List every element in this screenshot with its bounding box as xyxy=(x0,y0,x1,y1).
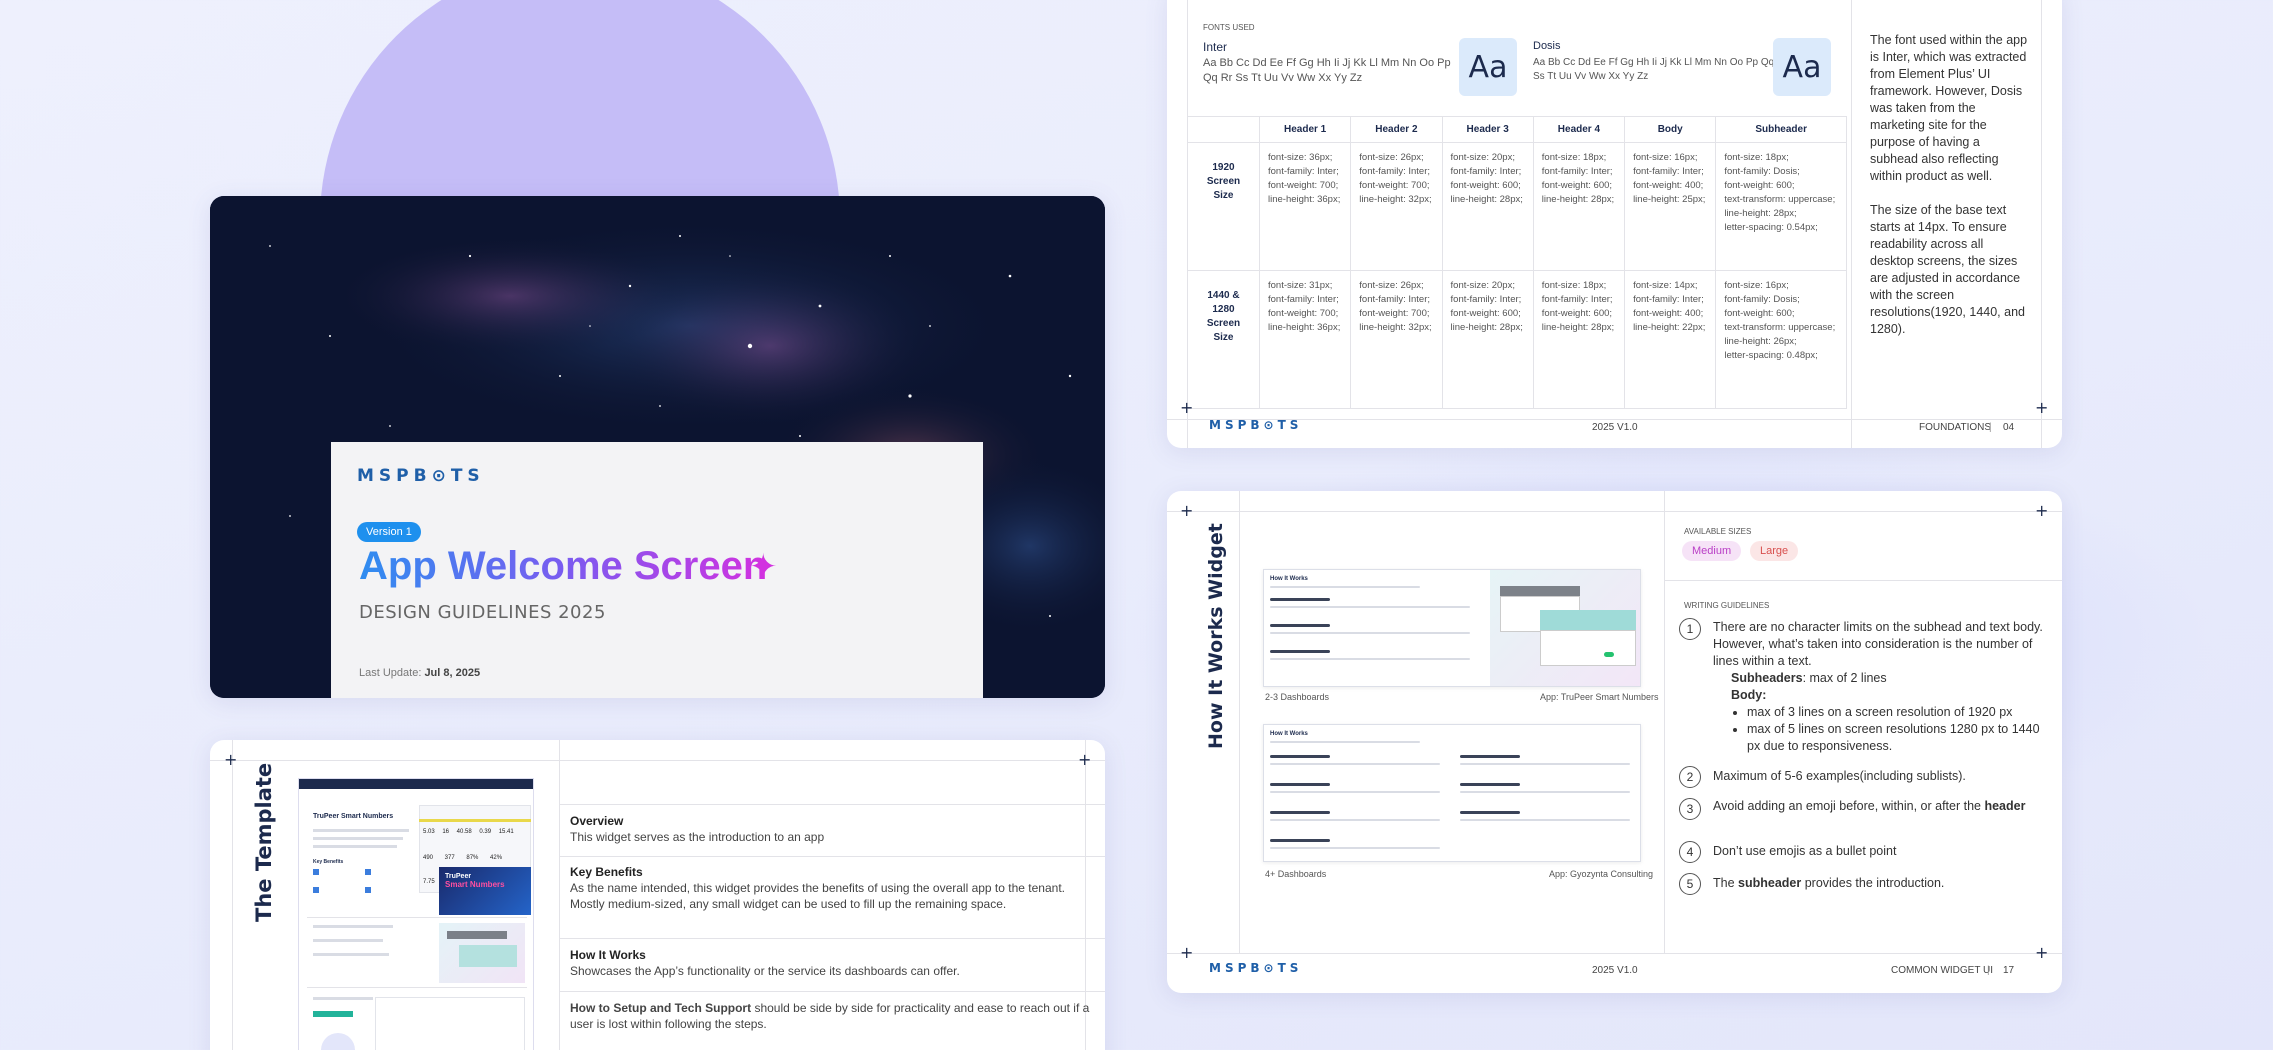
mspbots-logo: MSPB⊙TS xyxy=(357,466,485,486)
table-cell: font-size: 26px; font-family: Inter; fon… xyxy=(1350,270,1443,409)
fonts-card: FONTS USED Inter Aa Bb Cc Dd Ee Ff Gg Hh… xyxy=(1167,0,2062,448)
footer-page: 17 xyxy=(2003,965,2015,976)
font-size-table: Header 1 Header 2 Header 3 Header 4 Body… xyxy=(1187,116,1847,409)
available-sizes-label: AVAILABLE SIZES xyxy=(1684,527,1752,536)
dosis-font-name: Dosis xyxy=(1533,40,1561,52)
table-cell: font-size: 36px; font-family: Inter; fon… xyxy=(1258,142,1352,271)
row-label-1440: 1440 & 1280 Screen Size xyxy=(1187,270,1260,409)
guideline-1: There are no character limits on the sub… xyxy=(1713,619,2043,755)
corner-plus-icon: + xyxy=(2035,943,2049,962)
template-row-setup: How to Setup and Tech Support should be … xyxy=(570,1001,1090,1031)
welcome-screen-card: MSPB⊙TS Version 1 App Welcome Screen ✦ D… xyxy=(210,196,1105,698)
font-note-2: The size of the base text starts at 14px… xyxy=(1870,203,2025,336)
corner-plus-icon: + xyxy=(1180,943,1194,962)
template-thumbnail: TruPeer Smart Numbers 5.03 16 40.58 0.39… xyxy=(298,778,534,1050)
guideline-5: The subheader provides the introduction. xyxy=(1713,876,1945,890)
template-card: + + The Template TruPeer Smart Numbers 5… xyxy=(210,740,1105,1050)
template-row-overview: Overview This widget serves as the introd… xyxy=(570,814,825,844)
example2-caption-right: App: Gyozynta Consulting xyxy=(1549,869,1654,879)
col-subheader: Subheader xyxy=(1715,116,1847,143)
last-update: Last Update: Jul 8, 2025 xyxy=(359,667,481,679)
inter-sample: Aa Bb Cc Dd Ee Ff Gg Hh Ii Jj Kk Ll Mm N… xyxy=(1203,57,1451,84)
mspbots-logo: MSPB⊙TS xyxy=(1209,961,1303,975)
footer-version: 2025 V1.0 xyxy=(1592,422,1638,433)
template-row-how-it-works: How It Works Showcases the App’s function… xyxy=(570,948,960,978)
font-notes: The font used within the app is Inter, w… xyxy=(1870,32,2030,338)
guideline-number: 2 xyxy=(1679,766,1701,788)
fonts-used-label: FONTS USED xyxy=(1203,23,1255,32)
col-header-1: Header 1 xyxy=(1258,116,1352,143)
table-cell: font-size: 18px; font-family: Inter; fon… xyxy=(1532,142,1626,271)
dosis-aa-preview: Aa xyxy=(1773,38,1831,96)
font-note-1: The font used within the app is Inter, w… xyxy=(1870,33,2028,183)
guideline-number: 3 xyxy=(1679,798,1701,820)
thumb-banner: TruPeer Smart Numbers xyxy=(439,867,531,915)
inter-aa-preview: Aa xyxy=(1459,38,1517,96)
page-subtitle: DESIGN GUIDELINES 2025 xyxy=(359,602,606,623)
footer-section: COMMON WIDGET UI xyxy=(1891,965,1994,976)
corner-plus-icon: + xyxy=(2035,501,2049,520)
table-cell: font-size: 18px; font-family: Dosis; fon… xyxy=(1715,142,1847,271)
mspbots-logo: MSPB⊙TS xyxy=(1209,418,1303,432)
guideline-number: 5 xyxy=(1679,873,1701,895)
guideline-number: 4 xyxy=(1679,841,1701,863)
corner-plus-icon: + xyxy=(1078,750,1092,769)
table-cell: font-size: 31px; font-family: Inter; fon… xyxy=(1258,270,1352,409)
size-chip-medium: Medium xyxy=(1682,541,1742,561)
corner-plus-icon: + xyxy=(224,750,238,769)
col-header-3: Header 3 xyxy=(1441,116,1534,143)
example-widget-4-plus: How It Works xyxy=(1263,724,1641,862)
table-cell: font-size: 20px; font-family: Inter; fon… xyxy=(1441,270,1534,409)
size-chip-large: Large xyxy=(1750,541,1799,561)
example1-caption-left: 2-3 Dashboards xyxy=(1265,692,1330,702)
template-row-benefits: Key Benefits As the name intended, this w… xyxy=(570,865,1065,911)
how-it-works-card: + + + + How It Works Widget How It Works… xyxy=(1167,491,2062,993)
corner-plus-icon: + xyxy=(1180,501,1194,520)
section-title: The Template xyxy=(252,762,276,922)
welcome-panel: MSPB⊙TS Version 1 App Welcome Screen ✦ D… xyxy=(331,442,983,698)
example2-caption-left: 4+ Dashboards xyxy=(1265,869,1327,879)
guideline-number: 1 xyxy=(1679,618,1701,640)
dosis-sample: Aa Bb Cc Dd Ee Ff Gg Hh Ii Jj Kk Ll Mm N… xyxy=(1533,57,1788,82)
footer-page: 04 xyxy=(2003,422,2015,433)
guideline-3: Avoid adding an emoji before, within, or… xyxy=(1713,799,2026,813)
version-badge: Version 1 xyxy=(357,522,421,542)
table-cell: font-size: 18px; font-family: Inter; fon… xyxy=(1532,270,1626,409)
footer-section: FOUNDATIONS xyxy=(1919,422,1992,433)
footer-version: 2025 V1.0 xyxy=(1592,965,1638,976)
example-widget-2-3: How It Works xyxy=(1263,569,1641,687)
sparkle-icon: ✦ xyxy=(749,548,778,586)
page-title: App Welcome Screen xyxy=(359,544,768,588)
section-title: How It Works Widget xyxy=(1205,523,1227,749)
corner-plus-icon: + xyxy=(1180,398,1194,417)
table-cell: font-size: 20px; font-family: Inter; fon… xyxy=(1441,142,1534,271)
table-cell: font-size: 16px; font-family: Inter; fon… xyxy=(1624,142,1717,271)
table-cell: font-size: 16px; font-family: Dosis; fon… xyxy=(1715,270,1847,409)
col-header-4: Header 4 xyxy=(1532,116,1626,143)
guideline-4: Don’t use emojis as a bullet point xyxy=(1713,844,1897,858)
col-body: Body xyxy=(1624,116,1717,143)
table-cell: font-size: 26px; font-family: Inter; fon… xyxy=(1350,142,1443,271)
table-cell: font-size: 14px; font-family: Inter; fon… xyxy=(1624,270,1717,409)
row-label-1920: 1920 Screen Size xyxy=(1187,142,1260,271)
inter-font-name: Inter xyxy=(1203,40,1228,54)
writing-guidelines-label: WRITING GUIDELINES xyxy=(1684,601,1770,610)
corner-plus-icon: + xyxy=(2035,398,2049,417)
guideline-2: Maximum of 5-6 examples(including sublis… xyxy=(1713,769,1966,783)
example1-caption-right: App: TruPeer Smart Numbers xyxy=(1540,692,1659,702)
col-header-2: Header 2 xyxy=(1350,116,1443,143)
